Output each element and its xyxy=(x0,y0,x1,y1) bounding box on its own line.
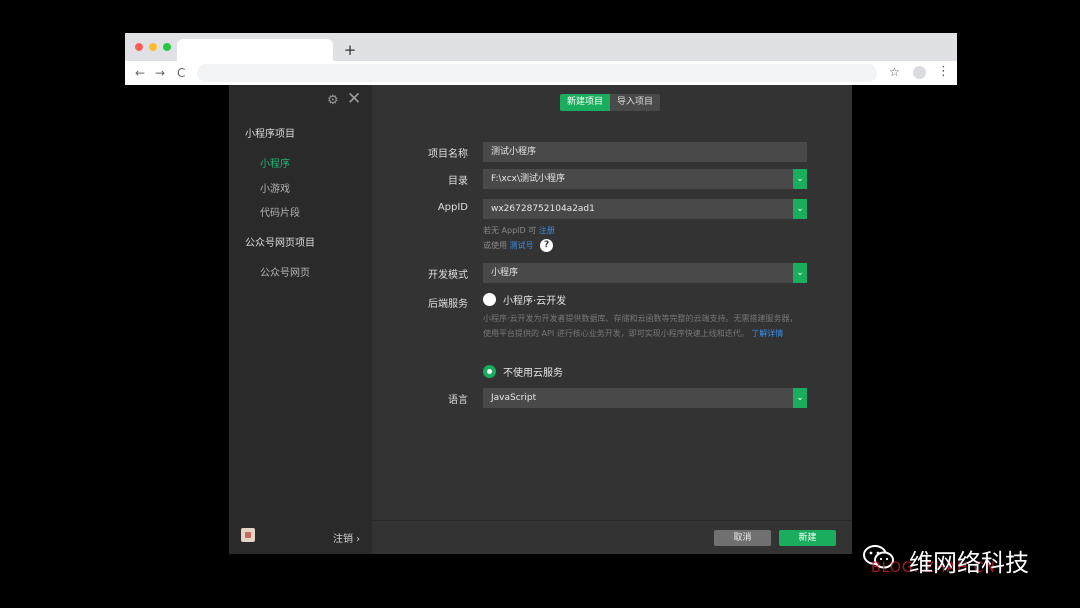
help-icon[interactable]: ? xyxy=(540,239,554,252)
chevron-down-icon[interactable]: ⌄ xyxy=(793,199,807,219)
close-window-dot[interactable] xyxy=(135,43,143,51)
cloud-dev-description: 小程序·云开发为开发者提供数据库、存储和云函数等完整的云端支持。无需搭建服务器，… xyxy=(483,311,805,341)
close-icon[interactable]: ✕ xyxy=(347,90,361,108)
sidebar-item-minigame[interactable]: 小游戏 xyxy=(260,180,290,195)
browser-chrome: + ← → C ☆ ⋮ xyxy=(125,33,957,85)
forward-icon[interactable]: → xyxy=(155,66,165,80)
sidebar-section-miniprogram: 小程序项目 xyxy=(245,129,295,140)
tab-import-project[interactable]: 导入项目 xyxy=(610,94,661,111)
appid-hint-text: 若无 AppID 可 xyxy=(483,226,537,235)
browser-menu-icon[interactable]: ⋮ xyxy=(937,64,950,80)
profile-avatar[interactable] xyxy=(913,66,926,79)
sidebar: ⚙ ✕ 小程序项目 小程序 小游戏 代码片段 公众号网页项目 公众号网页 注销 … xyxy=(229,85,372,554)
directory-label: 目录 xyxy=(448,176,468,187)
dev-mode-label: 开发模式 xyxy=(428,270,468,281)
project-type-tabs: 新建项目 导入项目 xyxy=(560,94,661,111)
directory-value: F:\xcx\测试小程序 xyxy=(491,174,566,184)
avatar[interactable] xyxy=(241,528,255,542)
chevron-down-icon[interactable]: ⌄ xyxy=(793,388,807,408)
chevron-down-icon[interactable]: ⌄ xyxy=(793,263,807,283)
language-label: 语言 xyxy=(448,395,468,406)
language-value: JavaScript xyxy=(491,393,537,403)
no-cloud-option-label[interactable]: 不使用云服务 xyxy=(503,364,563,379)
appid-hint-text-2: 或使用 xyxy=(483,241,507,250)
no-cloud-radio[interactable] xyxy=(483,365,496,378)
tab-new-project[interactable]: 新建项目 xyxy=(560,94,611,111)
minimize-window-dot[interactable] xyxy=(149,43,157,51)
devtools-window: ⚙ ✕ 小程序项目 小程序 小游戏 代码片段 公众号网页项目 公众号网页 注销 … xyxy=(229,85,852,554)
main-panel: 新建项目 导入项目 项目名称 测试小程序 目录 F:\xcx\测试小程序 ⌄ A… xyxy=(372,85,852,554)
maximize-window-dot[interactable] xyxy=(163,43,171,51)
gear-icon[interactable]: ⚙ xyxy=(327,93,339,108)
cloud-dev-radio[interactable] xyxy=(483,293,496,306)
project-name-label: 项目名称 xyxy=(428,149,468,160)
directory-input[interactable]: F:\xcx\测试小程序 ⌄ xyxy=(483,169,807,189)
bookmark-star-icon[interactable]: ☆ xyxy=(889,65,900,79)
dev-mode-select[interactable]: 小程序 ⌄ xyxy=(483,263,807,283)
project-name-input[interactable]: 测试小程序 xyxy=(483,142,807,162)
new-tab-button[interactable]: + xyxy=(341,39,359,61)
appid-register-hint: 若无 AppID 可 注册 xyxy=(483,225,555,236)
create-button[interactable]: 新建 xyxy=(779,530,836,546)
watermark-text: 维网络科技 xyxy=(909,549,1029,577)
appid-label: AppID xyxy=(437,202,468,213)
sidebar-item-code-snippet[interactable]: 代码片段 xyxy=(260,204,300,219)
browser-tab[interactable] xyxy=(177,39,333,61)
test-account-link[interactable]: 测试号 xyxy=(510,241,534,250)
register-link[interactable]: 注册 xyxy=(539,226,555,235)
language-select[interactable]: JavaScript ⌄ xyxy=(483,388,807,408)
backend-service-label: 后端服务 xyxy=(428,299,468,310)
logout-link[interactable]: 注销 › xyxy=(333,530,360,545)
sidebar-item-official-web[interactable]: 公众号网页 xyxy=(260,264,310,279)
watermark: BLOG.IZHAH.CN 维网络科技 xyxy=(863,540,1063,580)
dialog-footer: 取消 新建 xyxy=(372,520,852,555)
appid-test-hint: 或使用 测试号 ? xyxy=(483,239,554,252)
sidebar-item-miniprogram[interactable]: 小程序 xyxy=(260,155,290,170)
browser-toolbar: ← → C ☆ ⋮ xyxy=(125,61,957,85)
learn-more-link[interactable]: 了解详情 xyxy=(751,329,783,338)
chevron-down-icon[interactable]: ⌄ xyxy=(793,169,807,189)
appid-input[interactable]: wx26728752104a2ad1 ⌄ xyxy=(483,199,807,219)
window-controls xyxy=(135,43,171,51)
dev-mode-value: 小程序 xyxy=(491,268,519,278)
appid-value: wx26728752104a2ad1 xyxy=(491,204,595,214)
cancel-button[interactable]: 取消 xyxy=(714,530,771,546)
sidebar-section-official-web: 公众号网页项目 xyxy=(245,238,315,249)
back-icon[interactable]: ← xyxy=(135,66,145,80)
address-bar[interactable] xyxy=(197,64,877,82)
reload-icon[interactable]: C xyxy=(177,66,185,80)
cloud-dev-option-label[interactable]: 小程序·云开发 xyxy=(503,292,566,307)
